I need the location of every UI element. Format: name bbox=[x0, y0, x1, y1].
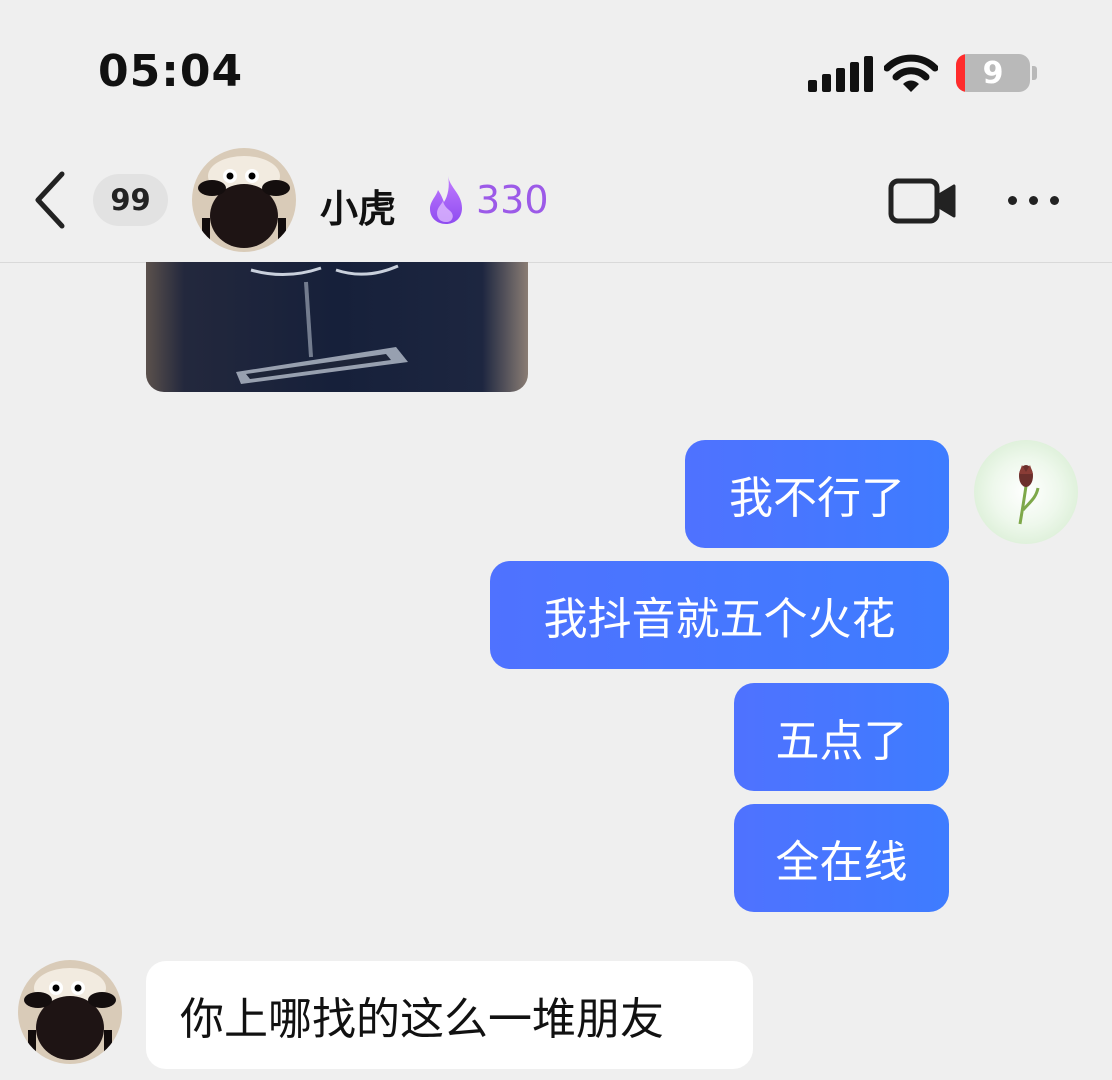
unread-badge[interactable]: 99 bbox=[93, 174, 168, 226]
contact-avatar[interactable] bbox=[18, 960, 122, 1064]
sent-message-bubble[interactable]: 我抖音就五个火花 bbox=[490, 561, 949, 669]
battery-icon: 9 bbox=[956, 54, 1030, 92]
sent-message-bubble[interactable]: 我不行了 bbox=[685, 440, 949, 548]
image-message[interactable] bbox=[146, 262, 528, 392]
flame-icon bbox=[430, 176, 462, 224]
video-camera-icon[interactable] bbox=[888, 178, 958, 224]
sent-message-bubble[interactable]: 全在线 bbox=[734, 804, 949, 912]
battery-tip bbox=[1032, 66, 1037, 80]
battery-percent: 9 bbox=[982, 56, 1004, 91]
contact-avatar[interactable] bbox=[192, 148, 296, 252]
chat-header: 99 小虎 330 bbox=[0, 140, 1112, 263]
streak-count: 330 bbox=[476, 178, 549, 222]
sent-message-bubble[interactable]: 五点了 bbox=[734, 683, 949, 791]
received-message-bubble[interactable]: 你上哪找的这么一堆朋友 bbox=[146, 961, 753, 1069]
contact-name[interactable]: 小虎 bbox=[320, 178, 396, 233]
wifi-icon bbox=[884, 54, 938, 92]
more-dots-icon[interactable] bbox=[1008, 196, 1059, 205]
chevron-left-icon[interactable] bbox=[30, 170, 70, 230]
status-time: 05:04 bbox=[98, 46, 244, 97]
my-avatar[interactable] bbox=[974, 440, 1078, 544]
cellular-signal-icon bbox=[808, 56, 873, 92]
